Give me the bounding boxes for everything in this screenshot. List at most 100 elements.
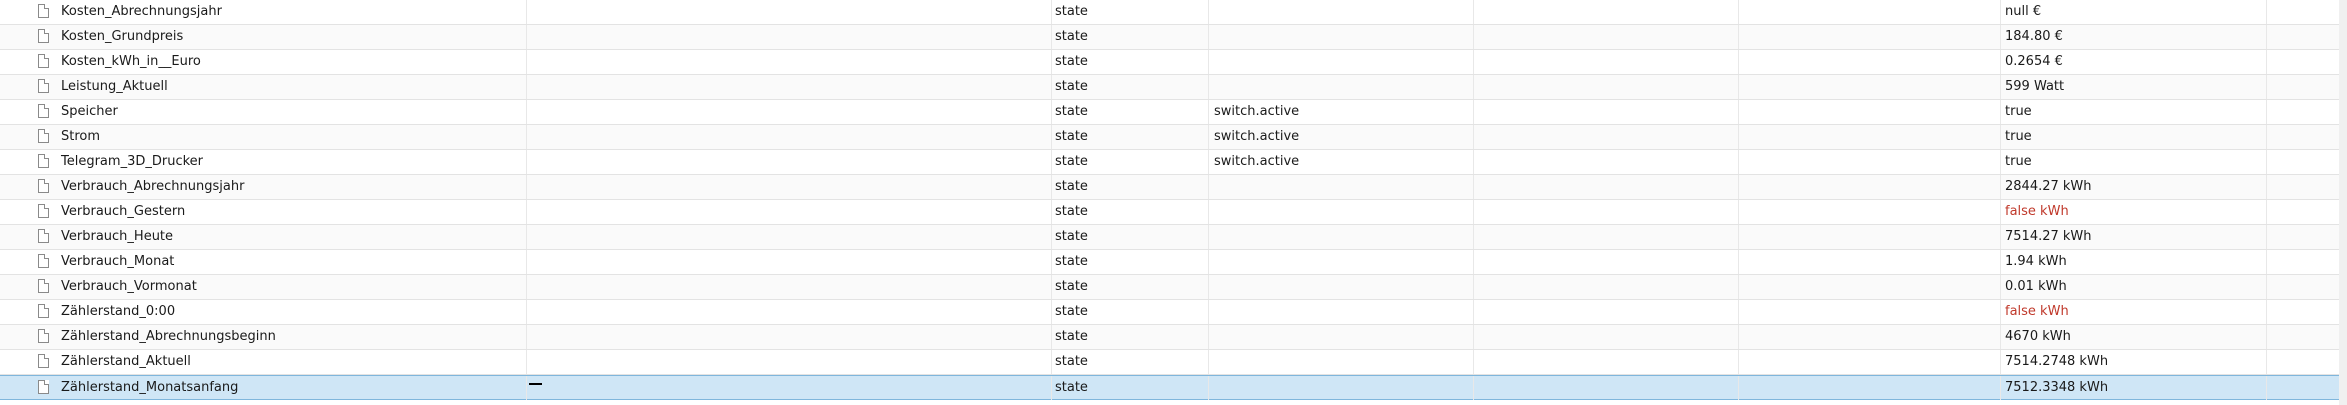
object-value[interactable]: 7514.2748 kWh (2001, 350, 2267, 374)
object-value[interactable]: 7514.27 kWh (2001, 225, 2267, 249)
row-actions: ✎ 🗑︎ 🔧︎ (2267, 376, 2347, 400)
object-value[interactable]: false kWh (2001, 200, 2267, 224)
object-value[interactable]: 7512.3348 kWh (2001, 376, 2267, 400)
object-id-cell[interactable]: Verbrauch_Vormonat (527, 275, 1052, 299)
object-name-cell[interactable]: Verbrauch_Heute (0, 225, 527, 249)
file-icon (38, 204, 49, 218)
object-id-cell[interactable]: Kosten_Abrechnungsjahr (527, 0, 1052, 24)
object-name-cell[interactable]: Kosten_Grundpreis (0, 25, 527, 49)
object-id-cell[interactable]: Zählerstand_Aktuell (527, 350, 1052, 374)
row-actions: ✎ 🗑︎ 🔧︎ (2267, 100, 2347, 124)
object-value[interactable]: null € (2001, 0, 2267, 24)
object-name-cell[interactable]: Zählerstand_Abrechnungsbeginn (0, 325, 527, 349)
object-id-cell[interactable]: scriptEnabled.common.Strom (527, 125, 1052, 149)
object-name-cell[interactable]: Leistung_Aktuell (0, 75, 527, 99)
object-id-cell[interactable]: scriptEnabled.common.Speicher (527, 100, 1052, 124)
object-name-cell[interactable]: Zählerstand_0:00 (0, 300, 527, 324)
object-type: state (1052, 175, 1209, 199)
row-actions: ✎ 🗑︎ 🔧︎ (2267, 0, 2347, 24)
table-row[interactable]: Verbrauch_Vormonat Verbrauch_Vormonat st… (0, 275, 2347, 300)
object-id-cell[interactable]: Kosten_Grundpreis (527, 25, 1052, 49)
object-role (1209, 0, 1474, 24)
object-value[interactable]: true (2001, 100, 2267, 124)
object-role (1209, 25, 1474, 49)
object-name-cell[interactable]: Zählerstand_Monatsanfang (0, 376, 527, 400)
object-name-cell[interactable]: Verbrauch_Vormonat (0, 275, 527, 299)
object-name: Zählerstand_0:00 (61, 304, 176, 319)
object-name: Verbrauch_Abrechnungsjahr (61, 179, 245, 194)
object-value[interactable]: 0.01 kWh (2001, 275, 2267, 299)
object-name: Kosten_Abrechnungsjahr (61, 4, 222, 19)
file-icon (38, 54, 49, 68)
object-room (1474, 25, 1739, 49)
object-name-cell[interactable]: Strom (0, 125, 527, 149)
object-value[interactable]: 2844.27 kWh (2001, 175, 2267, 199)
object-value[interactable]: 184.80 € (2001, 25, 2267, 49)
object-function (1739, 50, 2001, 74)
object-id-cell[interactable]: Verbrauch_Monat (527, 250, 1052, 274)
table-row[interactable]: Telegram_3D_Drucker scriptEnabled.common… (0, 150, 2347, 175)
object-type: state (1052, 50, 1209, 74)
object-function (1739, 75, 2001, 99)
object-name-cell[interactable]: Kosten_Abrechnungsjahr (0, 0, 527, 24)
row-actions: ✎ 🗑︎ 🔧︎ (2267, 150, 2347, 174)
object-value[interactable]: false kWh (2001, 300, 2267, 324)
object-value[interactable]: true (2001, 125, 2267, 149)
object-id-cell[interactable]: Verbrauch_Gestern (527, 200, 1052, 224)
object-role (1209, 250, 1474, 274)
table-row[interactable]: Verbrauch_Gestern Verbrauch_Gestern stat… (0, 200, 2347, 225)
object-id-cell[interactable]: Zählerstand_Abrechnungsbeginn (527, 325, 1052, 349)
object-name: Zählerstand_Aktuell (61, 354, 191, 369)
object-value[interactable]: 1.94 kWh (2001, 250, 2267, 274)
object-name-cell[interactable]: Verbrauch_Gestern (0, 200, 527, 224)
row-actions: ✎ 🗑︎ 🔧︎ (2267, 350, 2347, 374)
table-row[interactable]: Zählerstand_Monatsanfang Zählerstand_Mon… (0, 375, 2347, 400)
object-id-cell[interactable]: Zählerstand_0:00 (527, 300, 1052, 324)
table-row[interactable]: Kosten_Grundpreis Kosten_Grundpreis stat… (0, 25, 2347, 50)
object-type: state (1052, 25, 1209, 49)
table-row[interactable]: Leistung_Aktuell Leistung_Aktuell state … (0, 75, 2347, 100)
file-icon (38, 179, 49, 193)
object-value[interactable]: 599 Watt (2001, 75, 2267, 99)
object-name-cell[interactable]: Speicher (0, 100, 527, 124)
object-room (1474, 0, 1739, 24)
object-type: state (1052, 200, 1209, 224)
object-type: state (1052, 376, 1209, 400)
object-function (1739, 325, 2001, 349)
table-row[interactable]: Kosten_Abrechnungsjahr Kosten_Abrechnung… (0, 0, 2347, 25)
row-actions: ✎ 🗑︎ 🔧︎ (2267, 325, 2347, 349)
object-id-cell[interactable]: scriptEnabled.common.Telegram_3D_Drucker (527, 150, 1052, 174)
table-row[interactable]: Kosten_kWh_in__Euro Kosten_kWh_in _Euro … (0, 50, 2347, 75)
table-row[interactable]: Speicher scriptEnabled.common.Speicher s… (0, 100, 2347, 125)
object-function (1739, 300, 2001, 324)
table-row[interactable]: Verbrauch_Heute Verbrauch_Heute state 75… (0, 225, 2347, 250)
file-icon (38, 104, 49, 118)
object-value[interactable]: true (2001, 150, 2267, 174)
table-row[interactable]: Strom scriptEnabled.common.Strom state s… (0, 125, 2347, 150)
vertical-scrollbar[interactable] (2339, 0, 2347, 405)
object-id-cell[interactable]: Verbrauch_Heute (527, 225, 1052, 249)
file-icon (38, 79, 49, 93)
object-function (1739, 376, 2001, 400)
table-row[interactable]: Verbrauch_Monat Verbrauch_Monat state 1.… (0, 250, 2347, 275)
object-name-cell[interactable]: Verbrauch_Monat (0, 250, 527, 274)
object-value[interactable]: 4670 kWh (2001, 325, 2267, 349)
object-id-cell[interactable]: Kosten_kWh_in _Euro (527, 50, 1052, 74)
object-name-cell[interactable]: Telegram_3D_Drucker (0, 150, 527, 174)
object-id-cell[interactable]: Leistung_Aktuell (527, 75, 1052, 99)
object-name-cell[interactable]: Verbrauch_Abrechnungsjahr (0, 175, 527, 199)
table-row[interactable]: Verbrauch_Abrechnungsjahr Verbrauch_Abre… (0, 175, 2347, 200)
object-name-cell[interactable]: Kosten_kWh_in__Euro (0, 50, 527, 74)
table-row[interactable]: Zählerstand_0:00 Zählerstand_0:00 state … (0, 300, 2347, 325)
object-role (1209, 300, 1474, 324)
object-value[interactable]: 0.2654 € (2001, 50, 2267, 74)
object-id-cell[interactable]: Zählerstand_Monatsanfang (527, 376, 1052, 400)
file-icon (38, 279, 49, 293)
table-row[interactable]: Zählerstand_Abrechnungsbeginn Zählerstan… (0, 325, 2347, 350)
table-row[interactable]: Zählerstand_Aktuell Zählerstand_Aktuell … (0, 350, 2347, 375)
object-id-cell[interactable]: Verbrauch_Abrechnungsjahr (527, 175, 1052, 199)
object-function (1739, 125, 2001, 149)
objects-table: Kosten_Abrechnungsjahr Kosten_Abrechnung… (0, 0, 2347, 400)
object-name: Zählerstand_Abrechnungsbeginn (61, 329, 276, 344)
object-name-cell[interactable]: Zählerstand_Aktuell (0, 350, 527, 374)
